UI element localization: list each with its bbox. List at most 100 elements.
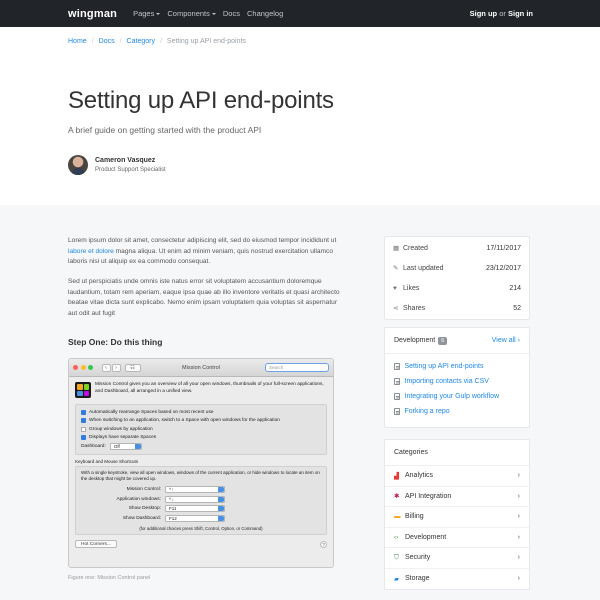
document-icon [394,378,400,385]
shortcuts-heading: Keyboard and Mouse Shortcuts [75,459,139,464]
stat-label: Shares [403,304,426,312]
nav-pages[interactable]: Pages [133,9,161,18]
author-name[interactable]: Cameron Vasquez [95,157,166,164]
nav-docs[interactable]: Docs [223,9,240,18]
signup-link[interactable]: Sign up [470,9,498,18]
option-group-windows[interactable]: Group windows by application [81,425,321,434]
forward-arrow-icon[interactable]: › [111,363,121,372]
development-card: Development 6 View all › Setting up API … [384,327,530,428]
categories-card: Categories ▟ Analytics › ✱ API Integration ›… [384,439,530,590]
option-label: When switching to an application, switch… [89,418,280,424]
window-nav-buttons: ‹ › ☷ [101,363,141,372]
search-input[interactable]: Search [265,363,329,372]
category-label: Development [405,533,447,541]
article-link[interactable]: Forking a repo [385,404,529,419]
window-titlebar: ‹ › ☷ Mission Control Search [69,359,333,377]
icon-tile [83,390,89,396]
breadcrumb-separator: / [159,38,162,45]
stat-last-updated: ✎ Last updated 23/12/2017 [385,258,529,278]
stat-value: 52 [513,304,521,312]
page-title: Setting up API end-points [68,87,334,114]
shortcut-row: Application windows: ^↓ [81,495,321,505]
document-icon [394,363,400,370]
stat-shares: ⋖ Shares 52 [385,298,529,318]
minimize-dot-icon[interactable] [80,365,86,370]
option-label: Displays have separate Spaces [89,435,157,441]
icon-tile [83,384,89,390]
checkbox-unchecked-icon[interactable] [81,426,86,432]
shortcut-select[interactable]: F12 [165,514,225,522]
mission-control-app-icon [75,382,91,398]
figure-caption: Figure one: Mission Control panel [68,575,151,581]
zoom-dot-icon[interactable] [88,365,93,370]
shortcut-value: ^↑ [169,487,174,493]
category-storage[interactable]: ▰ Storage › [385,569,529,590]
stat-value: 17/11/2017 [486,244,521,252]
close-dot-icon[interactable] [73,365,78,370]
shortcut-select[interactable]: ^↑ [165,486,225,494]
development-card-title: Development [394,337,436,344]
category-analytics[interactable]: ▟ Analytics › [385,466,529,487]
category-label: API Integration [405,492,452,500]
signin-link[interactable]: Sign in [508,9,533,18]
category-development[interactable]: ‹› Development › [385,528,529,548]
chevron-right-icon: › [517,533,520,541]
shortcut-row: Mission Control: ^↑ [81,485,321,495]
category-security[interactable]: ⛉ Security › [385,548,529,569]
option-separate-spaces[interactable]: Displays have separate Spaces [81,434,321,443]
chevron-right-icon: › [517,492,520,500]
category-api-integration[interactable]: ✱ API Integration › [385,487,529,507]
category-label: Security [405,554,431,562]
shortcut-select[interactable]: ^↓ [165,495,225,503]
article-link[interactable]: Importing contacts via CSV [385,374,529,389]
breadcrumb-current: Setting up API end-points [166,38,246,45]
back-arrow-icon[interactable]: ‹ [101,363,111,372]
article-link[interactable]: Integrating your Gulp workflow [385,389,529,404]
checkbox-checked-icon[interactable] [81,418,86,424]
icon-tile [77,384,83,390]
hot-corners-button[interactable]: Hot Corners... [75,540,117,548]
nav-components[interactable]: Components [167,9,216,18]
option-rearrange-spaces[interactable]: Automatically rearrange Spaces based on … [81,408,321,417]
checkbox-checked-icon[interactable] [81,409,86,415]
shortcut-label: Show Dashboard: [122,515,161,521]
icon-tile [77,390,83,396]
checkbox-checked-icon[interactable] [81,435,86,441]
show-all-button[interactable]: ☷ [124,363,141,372]
mission-control-description: Mission Control gives you an overview of… [95,382,324,394]
breadcrumb-home[interactable]: Home [68,38,87,45]
development-card-header: Development 6 View all › [385,328,529,354]
category-label: Storage [405,575,430,583]
puzzle-icon: ✱ [394,493,400,501]
article-link-label: Importing contacts via CSV [404,378,489,385]
shortcut-row: Show Dashboard: F12 [81,514,321,524]
article-link[interactable]: Setting up API end-points [385,359,529,374]
shortcut-select[interactable]: F11 [165,505,225,513]
shortcut-value: F11 [169,506,177,512]
breadcrumb-category[interactable]: Category [127,38,155,45]
card-icon: ▬ [394,513,401,521]
view-all-link[interactable]: View all › [492,337,520,344]
breadcrumb-docs[interactable]: Docs [99,38,115,45]
dashboard-select[interactable]: Off [109,443,142,450]
page-subtitle: A brief guide on getting started with th… [68,125,262,135]
shortcut-label: Application windows: [116,496,161,502]
help-icon[interactable]: ? [320,540,327,548]
stat-likes: ♥ Likes 214 [385,278,529,298]
shortcut-label: Mission Control: [126,487,161,493]
heart-icon: ♥ [393,284,397,292]
option-switch-space[interactable]: When switching to an application, switch… [81,417,321,426]
avatar[interactable] [68,155,88,175]
category-billing[interactable]: ▬ Billing › [385,507,529,528]
inline-link[interactable]: labore et dolore [68,248,114,255]
nav-pages-label: Pages [133,9,155,18]
nav-changelog[interactable]: Changelog [247,9,283,18]
shortcuts-description: With a single keystroke, view all open w… [81,470,320,481]
brand-logo[interactable]: wingman [68,8,117,20]
article-link-label: Forking a repo [404,408,450,415]
author-block: Cameron Vasquez Product Support Speciali… [68,155,166,175]
shortcut-label: Show Desktop: [128,506,161,512]
chart-icon: ▟ [394,472,399,480]
stats-card: ▦ Created 17/11/2017 ✎ Last updated 23/12/20… [384,236,530,320]
category-label: Analytics [405,472,434,480]
